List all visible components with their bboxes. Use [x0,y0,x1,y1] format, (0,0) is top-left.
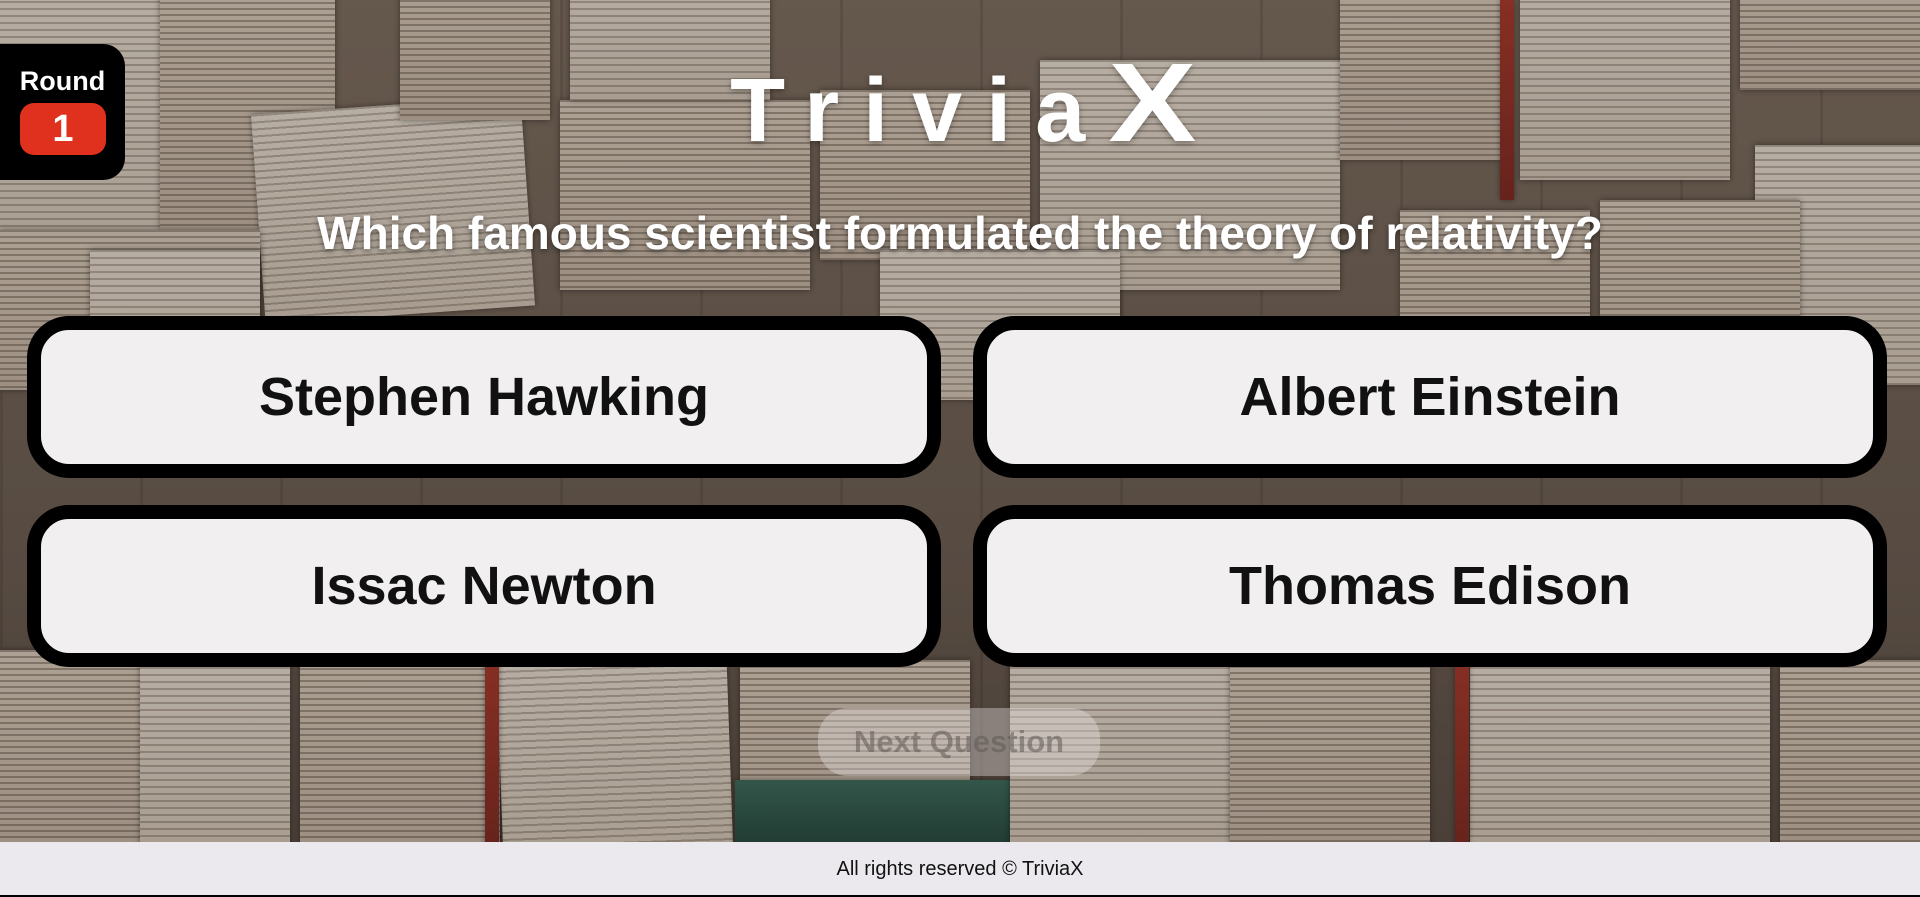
answer-option-label: Stephen Hawking [258,367,710,427]
answer-option-1[interactable]: Stephen Hawking [27,316,941,478]
answer-option-label: Albert Einstein [1239,367,1621,427]
answer-option-4[interactable]: Thomas Edison [973,505,1887,667]
answer-option-3[interactable]: Issac Newton [27,505,941,667]
answer-option-2[interactable]: Albert Einstein [973,316,1887,478]
footer: All rights reserved © TriviaX [0,842,1920,897]
answer-option-label: Issac Newton [311,556,657,616]
next-question-button[interactable]: Next Question [818,708,1100,776]
answer-option-label: Thomas Edison [1228,556,1632,616]
logo-x-mark: X [1108,40,1197,165]
logo-word: Trivia [730,61,1110,161]
app-logo: TriviaX [0,38,1920,167]
question-text: Which famous scientist formulated the th… [317,207,1603,259]
footer-copyright: All rights reserved © TriviaX [836,858,1084,880]
